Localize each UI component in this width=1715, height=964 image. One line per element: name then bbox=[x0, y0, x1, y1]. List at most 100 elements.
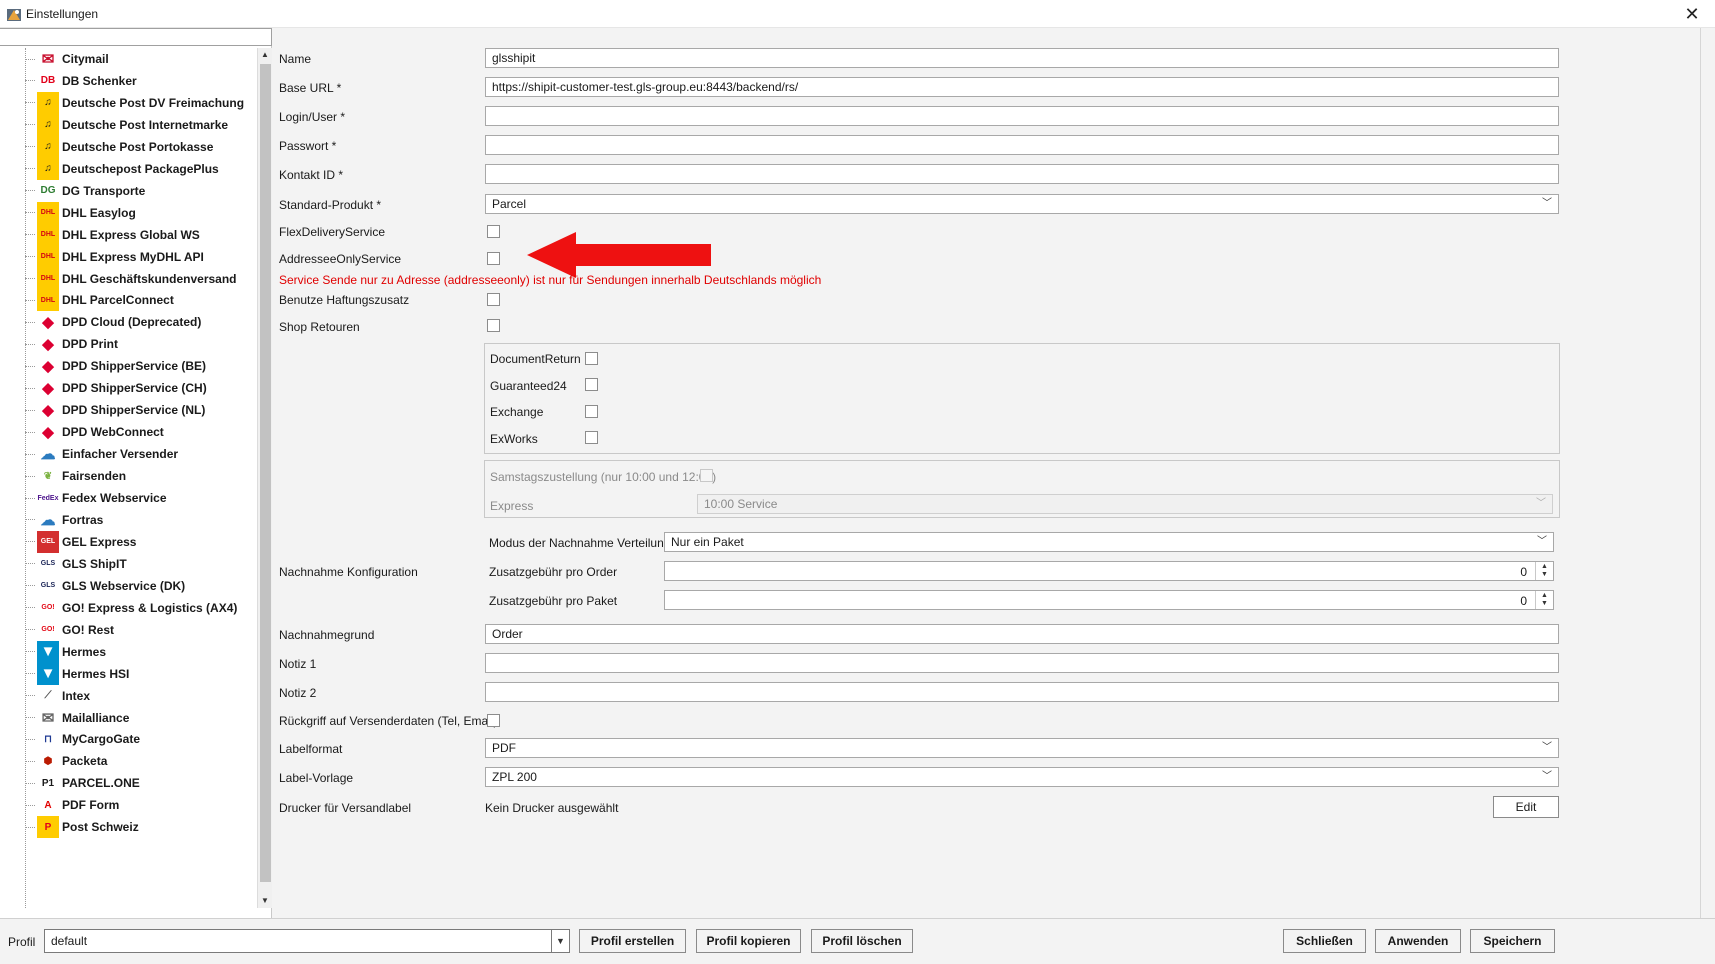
red-arrow-annotation bbox=[527, 232, 711, 278]
sidebar-item[interactable]: ◆ DPD ShipperService (NL) bbox=[25, 399, 255, 422]
sidebar-item[interactable]: P Post Schweiz bbox=[25, 816, 255, 839]
flex-delivery-checkbox[interactable] bbox=[487, 225, 500, 238]
fee-per-order-spinner[interactable]: 0 ▲ ▼ bbox=[664, 561, 1554, 581]
printer-value: Kein Drucker ausgewählt bbox=[485, 801, 619, 815]
sidebar-item[interactable]: DG DG Transporte bbox=[25, 179, 255, 202]
mycargogate-icon: ⊓ bbox=[37, 728, 59, 751]
note2-field[interactable] bbox=[485, 682, 1559, 702]
profile-value: default bbox=[51, 934, 88, 948]
login-field[interactable] bbox=[485, 106, 1559, 126]
save-button[interactable]: Speichern bbox=[1470, 929, 1555, 953]
scrollbar-thumb[interactable] bbox=[260, 64, 271, 882]
labelformat-select[interactable]: PDF ﹀ bbox=[485, 738, 1559, 758]
edit-printer-button[interactable]: Edit bbox=[1493, 796, 1559, 818]
standard-product-select[interactable]: Parcel ﹀ bbox=[485, 194, 1559, 214]
sidebar-item[interactable]: ♫ Deutsche Post Internetmarke bbox=[25, 113, 255, 136]
sidebar-item[interactable]: ◆ DPD ShipperService (BE) bbox=[25, 355, 255, 378]
sidebar-item[interactable]: ◆ DPD Cloud (Deprecated) bbox=[25, 311, 255, 334]
close-window-button[interactable]: ✕ bbox=[1669, 0, 1715, 28]
flex-delivery-label: FlexDeliveryService bbox=[279, 225, 386, 239]
sidebar-item[interactable]: ◆ DPD ShipperService (CH) bbox=[25, 377, 255, 400]
sidebar-item[interactable]: FedEx Fedex Webservice bbox=[25, 487, 255, 509]
name-label: Name bbox=[279, 52, 312, 66]
sidebar-item-label: DPD ShipperService (CH) bbox=[62, 381, 207, 396]
go-icon: GO! bbox=[37, 618, 59, 641]
liability-checkbox[interactable] bbox=[487, 293, 500, 306]
sidebar-item-label: Post Schweiz bbox=[62, 820, 139, 835]
sidebar-item[interactable]: DB DB Schenker bbox=[25, 69, 255, 92]
note1-field[interactable] bbox=[485, 653, 1559, 673]
sidebar-item[interactable]: DHL DHL Express Global WS bbox=[25, 223, 255, 246]
sidebar-item[interactable]: DHL DHL Geschäftskundenversand bbox=[25, 267, 255, 290]
copy-profile-button[interactable]: Profil kopieren bbox=[696, 929, 801, 953]
sender-data-fallback-checkbox[interactable] bbox=[487, 714, 500, 727]
shop-returns-checkbox[interactable] bbox=[487, 319, 500, 332]
sidebar-item[interactable]: ☁ Fortras bbox=[25, 508, 255, 531]
cod-config-label: Nachnahme Konfiguration bbox=[279, 565, 418, 579]
addressee-only-checkbox[interactable] bbox=[487, 252, 500, 265]
carrier-search-input[interactable] bbox=[0, 28, 272, 46]
sidebar-item[interactable]: ⊓ MyCargoGate bbox=[25, 728, 255, 751]
spinner-arrows-icon[interactable]: ▲ ▼ bbox=[1535, 562, 1553, 580]
create-profile-button[interactable]: Profil erstellen bbox=[579, 929, 686, 953]
sidebar-item[interactable]: ◆ DPD Print bbox=[25, 333, 255, 356]
sidebar-item[interactable]: ☁ Einfacher Versender bbox=[25, 443, 255, 466]
note2-label: Notiz 2 bbox=[279, 686, 317, 700]
service-exchange-checkbox[interactable] bbox=[585, 405, 598, 418]
spinner-arrows-icon[interactable]: ▲ ▼ bbox=[1535, 591, 1553, 609]
sidebar-item[interactable]: GO! GO! Express & Logistics (AX4) bbox=[25, 596, 255, 619]
sidebar-item[interactable]: GLS GLS Webservice (DK) bbox=[25, 574, 255, 597]
close-button[interactable]: Schließen bbox=[1283, 929, 1366, 953]
profile-label: Profil bbox=[8, 935, 36, 949]
dg-transporte-icon: DG bbox=[37, 179, 59, 202]
saturday-delivery-checkbox[interactable] bbox=[700, 469, 713, 482]
profile-select[interactable]: default ▼ bbox=[44, 929, 570, 953]
sidebar-item[interactable]: ♫ Deutschepost PackagePlus bbox=[25, 157, 255, 180]
sidebar-item[interactable]: DHL DHL ParcelConnect bbox=[25, 289, 255, 312]
service-document-return-checkbox[interactable] bbox=[585, 352, 598, 365]
label-template-select[interactable]: ZPL 200 ﹀ bbox=[485, 767, 1559, 787]
contact-id-field[interactable] bbox=[485, 164, 1559, 184]
password-field[interactable] bbox=[485, 135, 1559, 155]
sidebar-item-label: GO! Express & Logistics (AX4) bbox=[62, 600, 238, 615]
sidebar-item-label: Deutschepost PackagePlus bbox=[62, 161, 219, 176]
sidebar-item[interactable]: ▼ Hermes bbox=[25, 640, 255, 663]
cod-mode-select[interactable]: Nur ein Paket ﹀ bbox=[664, 532, 1554, 552]
cod-reason-field[interactable]: Order bbox=[485, 624, 1559, 644]
sidebar-item[interactable]: ✉ Citymail bbox=[25, 48, 255, 70]
sidebar-item[interactable]: ▼ Hermes HSI bbox=[25, 662, 255, 685]
sidebar-item[interactable]: ⬢ Packeta bbox=[25, 750, 255, 773]
sidebar-item[interactable]: GO! GO! Rest bbox=[25, 618, 255, 641]
sidebar-item[interactable]: P1 PARCEL.ONE bbox=[25, 772, 255, 795]
sidebar-item[interactable]: GEL GEL Express bbox=[25, 530, 255, 553]
dhl-icon: DHL bbox=[37, 267, 59, 290]
sidebar-item[interactable]: DHL DHL Express MyDHL API bbox=[25, 245, 255, 268]
base-url-field[interactable]: https://shipit-customer-test.gls-group.e… bbox=[485, 77, 1559, 97]
cod-mode-label: Modus der Nachnahme Verteilung bbox=[489, 536, 671, 550]
addressee-only-label: AddresseeOnlyService bbox=[279, 252, 402, 266]
sidebar-item[interactable]: ♫ Deutsche Post Portokasse bbox=[25, 135, 255, 158]
sidebar-item-label: Deutsche Post DV Freimachung bbox=[62, 95, 245, 110]
tree-connector bbox=[25, 190, 35, 192]
scroll-down-arrow[interactable]: ▼ bbox=[258, 894, 272, 908]
delete-profile-button[interactable]: Profil löschen bbox=[811, 929, 913, 953]
service-guaranteed24-checkbox[interactable] bbox=[585, 378, 598, 391]
sidebar-item[interactable]: ❦ Fairsenden bbox=[25, 465, 255, 488]
sidebar-item[interactable]: ♫ Deutsche Post DV Freimachung bbox=[25, 91, 255, 114]
scroll-up-arrow[interactable]: ▲ bbox=[258, 48, 272, 62]
sidebar-item[interactable]: ⟋ Intex bbox=[25, 684, 255, 707]
express-select[interactable]: 10:00 Service ﹀ bbox=[697, 494, 1553, 514]
sidebar-scrollbar[interactable]: ▲ ▼ bbox=[257, 48, 272, 908]
fee-per-parcel-spinner[interactable]: 0 ▲ ▼ bbox=[664, 590, 1554, 610]
sidebar-item[interactable]: GLS GLS ShipIT bbox=[25, 552, 255, 575]
tree-connector bbox=[25, 80, 35, 82]
name-field[interactable]: glsshipit bbox=[485, 48, 1559, 68]
sidebar-item[interactable]: DHL DHL Easylog bbox=[25, 201, 255, 224]
sidebar-item[interactable]: ◆ DPD WebConnect bbox=[25, 421, 255, 444]
sidebar-item[interactable]: ✉ Mailalliance bbox=[25, 706, 255, 729]
form-scrollbar[interactable] bbox=[1700, 28, 1715, 918]
sidebar-item[interactable]: A PDF Form bbox=[25, 794, 255, 817]
tree-connector bbox=[25, 102, 35, 104]
apply-button[interactable]: Anwenden bbox=[1375, 929, 1461, 953]
service-exworks-checkbox[interactable] bbox=[585, 431, 598, 444]
